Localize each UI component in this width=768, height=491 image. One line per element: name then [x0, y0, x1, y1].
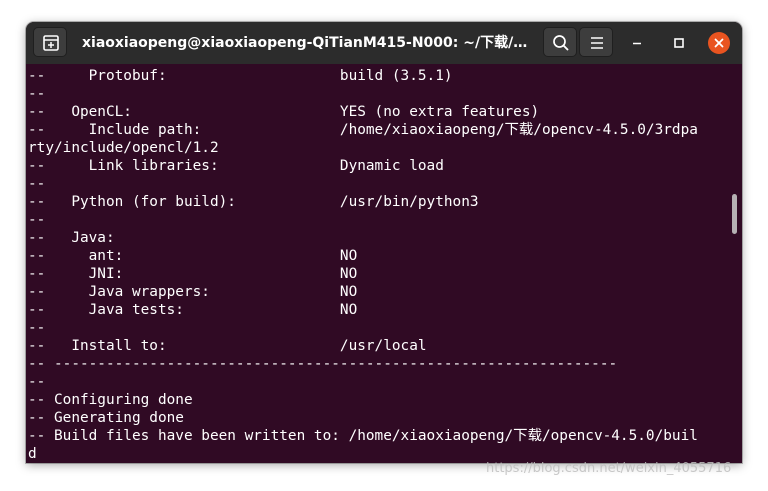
terminal-line: -- ant: NO: [28, 248, 358, 264]
window-title: xiaoxiaopeng@xiaoxiaopeng-QiTianM415-N00…: [82, 35, 530, 51]
terminal-line: -- Java:: [28, 230, 115, 246]
terminal-line: --: [28, 374, 46, 390]
maximize-button[interactable]: [668, 32, 690, 54]
terminal-line: -- Java tests: NO: [28, 302, 358, 318]
terminal-line: -- Link libraries: Dynamic load: [28, 158, 444, 174]
terminal-line: --: [28, 86, 46, 102]
terminal-line: -- OpenCL: YES (no extra features): [28, 104, 540, 120]
terminal-line: --: [28, 176, 46, 192]
terminal-line: -- JNI: NO: [28, 266, 358, 282]
terminal-line: -- Python (for build): /usr/bin/python3: [28, 194, 479, 210]
minimize-icon: [633, 42, 641, 45]
terminal-line: -- Java wrappers: NO: [28, 284, 358, 300]
terminal-line: -- -------------------------------------…: [28, 356, 618, 372]
terminal-output[interactable]: -- Protobuf: build (3.5.1) -- -- OpenCL:…: [26, 64, 742, 463]
menu-button[interactable]: [579, 27, 613, 57]
terminal-line: -- Install to: /usr/local: [28, 338, 427, 354]
maximize-icon: [674, 38, 684, 48]
terminal-window: xiaoxiaopeng@xiaoxiaopeng-QiTianM415-N00…: [26, 22, 742, 463]
new-tab-icon: [43, 35, 59, 51]
terminal-line: -- Build files have been written to: /ho…: [28, 428, 698, 444]
terminal-line: rty/include/opencl/1.2: [28, 140, 219, 156]
new-tab-button[interactable]: [33, 27, 67, 57]
minimize-button[interactable]: [626, 32, 648, 54]
terminal-line: -- Protobuf: build (3.5.1): [28, 68, 453, 84]
hamburger-menu-icon: [591, 37, 603, 49]
terminal-line: -- Configuring done: [28, 392, 193, 408]
title-bar: xiaoxiaopeng@xiaoxiaopeng-QiTianM415-N00…: [26, 22, 742, 64]
scrollbar-thumb[interactable]: [732, 194, 737, 234]
search-icon: [553, 35, 569, 51]
watermark-text: https://blog.csdn.net/weixin_4055716: [486, 461, 732, 476]
terminal-line: --: [28, 212, 46, 228]
terminal-line: -- Include path: /home/xiaoxiaopeng/下载/o…: [28, 122, 698, 138]
search-button[interactable]: [543, 27, 577, 57]
terminal-line: -- Generating done: [28, 410, 184, 426]
terminal-line: --: [28, 320, 46, 336]
close-button[interactable]: [708, 32, 730, 54]
close-icon: [714, 38, 724, 48]
